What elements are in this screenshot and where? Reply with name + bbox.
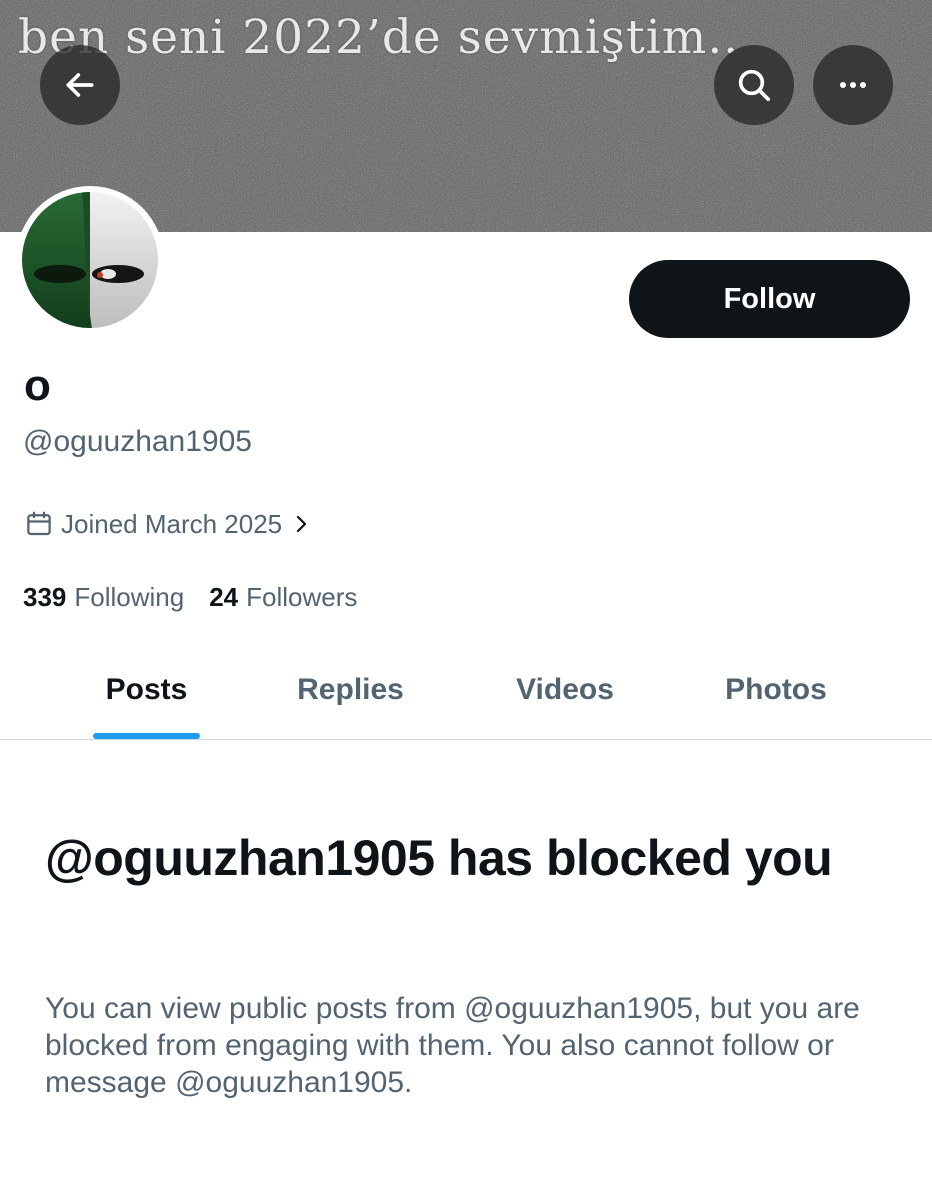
profile-banner[interactable]: ben seni 2022’de sevmiştim.. xyxy=(0,0,932,232)
avatar[interactable] xyxy=(16,186,164,334)
followers-count: 24 xyxy=(209,582,239,612)
more-options-button[interactable] xyxy=(813,45,893,125)
following-link[interactable]: 339 Following xyxy=(23,578,184,616)
handle: @oguuzhan1905 xyxy=(23,425,252,458)
banner-text: ben seni 2022’de sevmiştim.. xyxy=(18,10,740,65)
joined-label: Joined March 2025 xyxy=(61,508,283,539)
back-button[interactable] xyxy=(40,45,120,125)
blocked-message: You can view public posts from @oguuzhan… xyxy=(45,992,860,1099)
search-icon xyxy=(738,69,770,101)
followers-label: Followers xyxy=(246,582,358,612)
search-button[interactable] xyxy=(714,45,794,125)
avatar-image xyxy=(22,192,158,328)
tabs-divider xyxy=(0,739,932,740)
follow-button[interactable]: Follow xyxy=(629,260,910,338)
tab-posts[interactable]: Posts xyxy=(40,640,253,740)
following-label: Following xyxy=(74,582,185,612)
display-name: o xyxy=(24,361,51,410)
joined-date[interactable]: Joined March 2025 xyxy=(24,505,312,543)
following-count: 339 xyxy=(23,582,67,612)
tab-replies[interactable]: Replies xyxy=(253,640,448,740)
more-horizontal-icon xyxy=(840,82,866,88)
tab-photos[interactable]: Photos xyxy=(670,640,882,740)
calendar-icon xyxy=(27,511,51,536)
chevron-right-icon xyxy=(297,515,307,533)
profile-tabs: Posts Replies Videos Photos xyxy=(0,640,932,740)
blocked-title: @oguuzhan1905 has blocked you xyxy=(45,830,833,886)
avatar-mask-graphic xyxy=(22,192,158,328)
follow-counts: 339 Following 24 Followers xyxy=(23,578,357,616)
arrow-left-icon xyxy=(66,73,94,97)
tab-videos[interactable]: Videos xyxy=(460,640,670,740)
followers-link[interactable]: 24 Followers xyxy=(209,578,357,616)
